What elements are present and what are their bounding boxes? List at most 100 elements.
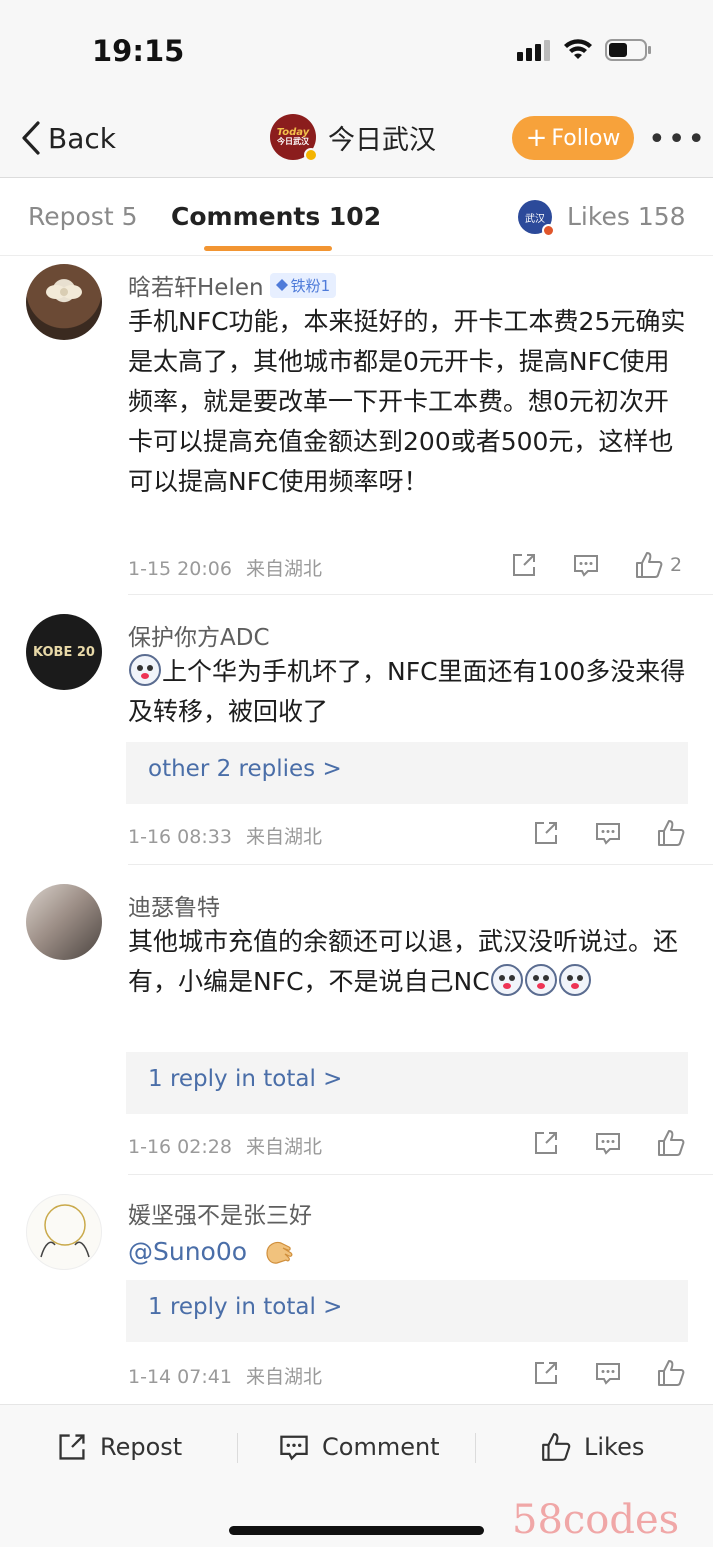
verified-badge-icon xyxy=(304,148,318,162)
dog-emoji-icon xyxy=(490,964,523,996)
view-replies-link[interactable]: 1 reply in total > xyxy=(126,1052,688,1114)
comment-item: 晗若轩Helen 铁粉1 手机NFC功能，本来挺好的，开卡工本费25元确实是太高… xyxy=(0,256,713,596)
share-button[interactable] xyxy=(510,551,572,579)
comment-body: @Suno0o xyxy=(128,1232,693,1272)
account-logo: Today 今日武汉 xyxy=(270,114,318,162)
view-replies-link[interactable]: 1 reply in total > xyxy=(126,1280,688,1342)
follow-label: Follow xyxy=(551,125,621,151)
comment-time: 1-15 20:06 xyxy=(128,558,232,580)
nav-bar: Back Today 今日武汉 今日武汉 + Follow ••• xyxy=(0,100,713,178)
likes-avatar: 武汉 xyxy=(518,200,555,237)
view-replies-link[interactable]: other 2 replies > xyxy=(126,742,688,804)
bottom-action-bar: Repost Comment Likes 58codes xyxy=(0,1404,713,1547)
user-mention-link[interactable]: @Suno0o xyxy=(128,1237,247,1266)
tab-likes[interactable]: Likes 158 xyxy=(567,202,686,231)
comment-actions xyxy=(532,1128,713,1158)
share-icon xyxy=(535,1132,557,1154)
comment-author-name: 迪瑟鲁特 xyxy=(128,895,220,921)
comment-divider xyxy=(128,864,713,865)
share-icon xyxy=(59,1434,85,1460)
comment-body: 其他城市充值的余额还可以退，武汉没听说过。还有，小编是NFC，不是说自己NC xyxy=(128,922,693,1002)
comment-author-name: 媛坚强不是张三好 xyxy=(128,1203,312,1229)
comment-author-name: 保护你方ADC xyxy=(128,625,270,651)
comment-author[interactable]: 迪瑟鲁特 xyxy=(128,888,220,922)
comment-time: 1-16 08:33 xyxy=(128,826,232,848)
comment-location: 来自湖北 xyxy=(245,1136,322,1158)
bottom-separator xyxy=(475,1433,476,1463)
bottom-likes-button[interactable]: Likes xyxy=(540,1431,644,1463)
verified-badge-icon xyxy=(542,224,555,237)
avatar-text: KOBE 20 xyxy=(33,644,95,660)
share-button[interactable] xyxy=(532,819,594,847)
like-button[interactable] xyxy=(656,1128,713,1158)
comment-icon xyxy=(574,555,598,577)
thumbs-up-icon xyxy=(658,1130,685,1156)
comment-meta: 1-14 07:41 来自湖北 xyxy=(128,1362,322,1389)
chevron-left-icon xyxy=(22,121,40,155)
share-icon xyxy=(535,1362,557,1384)
reply-button[interactable] xyxy=(594,1129,656,1157)
more-options-button[interactable]: ••• xyxy=(648,122,707,157)
comment-author[interactable]: 晗若轩Helen 铁粉1 xyxy=(128,268,337,302)
bottom-comment-label: Comment xyxy=(322,1433,440,1461)
watermark: 58codes xyxy=(512,1497,680,1543)
dog-emoji-icon xyxy=(129,654,161,686)
comment-divider xyxy=(128,1174,713,1175)
clapping-hand-icon xyxy=(266,1241,293,1264)
tab-repost[interactable]: Repost 5 xyxy=(28,202,137,231)
like-button[interactable]: 2 xyxy=(634,550,696,580)
comment-actions: 2 xyxy=(510,550,696,580)
comment-author[interactable]: 保护你方ADC xyxy=(128,618,270,652)
bottom-comment-button[interactable]: Comment xyxy=(278,1431,440,1463)
reply-button[interactable] xyxy=(572,551,634,579)
dog-emoji-icon xyxy=(524,964,557,996)
like-button[interactable] xyxy=(656,818,713,848)
status-time: 19:15 xyxy=(92,34,185,68)
thumbs-up-icon xyxy=(658,1360,685,1386)
bottom-repost-label: Repost xyxy=(100,1433,183,1461)
cellular-signal-icon xyxy=(517,40,550,61)
like-button[interactable] xyxy=(656,1358,713,1388)
plus-icon: + xyxy=(525,123,548,153)
back-button[interactable]: Back xyxy=(20,120,116,156)
comment-meta: 1-15 20:06 来自湖北 xyxy=(128,554,322,581)
comment-actions xyxy=(532,818,713,848)
comment-item: 迪瑟鲁特 其他城市充值的余额还可以退，武汉没听说过。还有，小编是NFC，不是说自… xyxy=(0,866,713,1176)
share-button[interactable] xyxy=(532,1359,594,1387)
avatar[interactable] xyxy=(26,1194,102,1270)
comment-item: KOBE 20 保护你方ADC 上个华为手机坏了，NFC里面还有100多没来得及… xyxy=(0,596,713,866)
avatar[interactable] xyxy=(26,884,102,960)
comment-icon xyxy=(596,1363,620,1385)
comment-location: 来自湖北 xyxy=(245,826,322,848)
account-name: 今日武汉 xyxy=(328,124,436,156)
diamond-icon xyxy=(275,279,288,291)
bottom-likes-label: Likes xyxy=(584,1433,645,1461)
thumbs-up-icon xyxy=(636,552,663,578)
comment-time: 1-14 07:41 xyxy=(128,1366,232,1388)
comment-meta: 1-16 02:28 来自湖北 xyxy=(128,1132,322,1159)
comment-icon xyxy=(596,823,620,845)
thumbs-up-icon xyxy=(542,1433,571,1461)
reply-button[interactable] xyxy=(594,1359,656,1387)
tab-comments[interactable]: Comments 102 xyxy=(171,202,381,231)
comment-text: 手机NFC功能，本来挺好的，开卡工本费25元确实是太高了，其他城市都是0元开卡，… xyxy=(128,307,686,496)
thumbs-up-icon xyxy=(658,820,685,846)
wifi-icon xyxy=(564,39,592,59)
comment-location: 来自湖北 xyxy=(245,1366,322,1388)
comment-author[interactable]: 媛坚强不是张三好 xyxy=(128,1196,312,1230)
home-indicator[interactable] xyxy=(229,1526,484,1535)
follow-button[interactable]: + Follow xyxy=(512,116,634,160)
dog-emoji-icon xyxy=(558,964,591,996)
reply-button[interactable] xyxy=(594,819,656,847)
account-header[interactable]: Today 今日武汉 今日武汉 xyxy=(270,114,436,162)
logo-text-bottom: 今日武汉 xyxy=(277,137,309,147)
avatar[interactable]: KOBE 20 xyxy=(26,614,102,690)
share-icon xyxy=(535,822,557,844)
bottom-repost-button[interactable]: Repost xyxy=(56,1431,182,1463)
avatar[interactable] xyxy=(26,264,102,340)
share-button[interactable] xyxy=(532,1129,594,1157)
comment-icon xyxy=(596,1133,620,1155)
comment-time: 1-16 02:28 xyxy=(128,1136,232,1158)
comment-divider xyxy=(128,594,713,595)
status-icons xyxy=(517,38,653,62)
